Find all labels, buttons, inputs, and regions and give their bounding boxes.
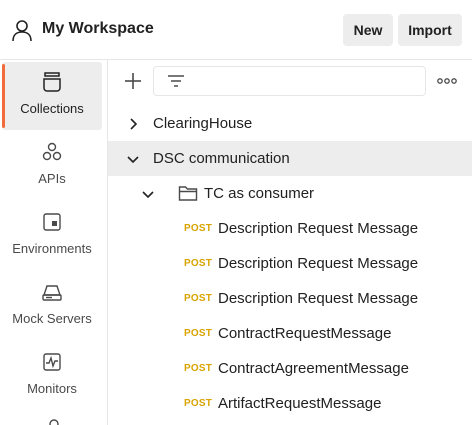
mock-servers-icon	[42, 285, 62, 301]
request-row[interactable]: POST ArtifactRequestMessage	[108, 386, 472, 421]
request-name: ContractRequestMessage	[218, 325, 392, 342]
workspace-header: My Workspace New Import	[0, 0, 472, 60]
method-badge: POST	[184, 258, 213, 269]
folder-name: TC as consumer	[204, 185, 315, 202]
sidebar-item-label: Mock Servers	[12, 311, 92, 326]
chevron-right-icon[interactable]	[126, 117, 140, 131]
more-horizontal-icon[interactable]	[437, 74, 457, 88]
method-badge: POST	[184, 293, 213, 304]
chevron-down-icon[interactable]	[141, 187, 155, 201]
collections-icon	[43, 72, 61, 92]
user-icon	[12, 20, 32, 42]
environments-icon	[43, 213, 61, 231]
method-badge: POST	[184, 398, 213, 409]
filter-input[interactable]	[153, 66, 426, 96]
collection-name: DSC communication	[153, 150, 290, 167]
request-name: ContractAgreementMessage	[218, 360, 409, 377]
sidebar-item-label: Monitors	[27, 381, 77, 396]
request-row[interactable]: POST ContractRequestMessage	[108, 316, 472, 351]
method-badge: POST	[184, 223, 213, 234]
request-row[interactable]: POST Description Request Message	[108, 211, 472, 246]
request-name: Description Request Message	[218, 220, 419, 237]
collection-name: ClearingHouse	[153, 115, 253, 132]
request-row[interactable]: POST Description Request Message	[108, 281, 472, 316]
request-row[interactable]: POST Description Request Message	[108, 246, 472, 281]
request-name: Description Request Message	[218, 290, 419, 307]
request-name: Description Request Message	[218, 255, 419, 272]
sidebar-item-environments[interactable]: Environments	[0, 202, 104, 270]
method-badge: POST	[184, 363, 213, 374]
collection-row-dsc-communication[interactable]: DSC communication	[108, 141, 472, 176]
new-button[interactable]: New	[343, 14, 393, 46]
sidebar-item-label: Collections	[20, 101, 84, 116]
chevron-down-icon[interactable]	[126, 152, 140, 166]
folder-icon	[178, 186, 198, 201]
sidebar-item-label: Environments	[12, 241, 92, 256]
workspace-title[interactable]: My Workspace	[42, 20, 154, 38]
request-row[interactable]: POST ContractAgreementMessage	[108, 351, 472, 386]
monitors-icon	[43, 353, 61, 371]
sidebar-item-apis[interactable]: APIs	[0, 132, 104, 200]
sidebar-item-monitors[interactable]: Monitors	[0, 342, 104, 410]
flows-icon[interactable]	[44, 416, 64, 425]
import-button[interactable]: Import	[398, 14, 462, 46]
collection-row-clearinghouse[interactable]: ClearingHouse	[108, 106, 472, 141]
sidebar-item-mock-servers[interactable]: Mock Servers	[0, 272, 104, 340]
request-name: ArtifactRequestMessage	[218, 395, 382, 412]
apis-icon	[42, 142, 62, 161]
plus-icon[interactable]	[122, 70, 144, 92]
method-badge: POST	[184, 328, 213, 339]
sidebar-item-label: APIs	[38, 171, 66, 186]
filter-icon	[168, 75, 184, 87]
sidebar: Collections APIs Environments Mock Serve…	[0, 60, 108, 425]
folder-row-tc-as-consumer[interactable]: TC as consumer	[108, 176, 472, 211]
sidebar-item-collections[interactable]: Collections	[2, 62, 102, 130]
